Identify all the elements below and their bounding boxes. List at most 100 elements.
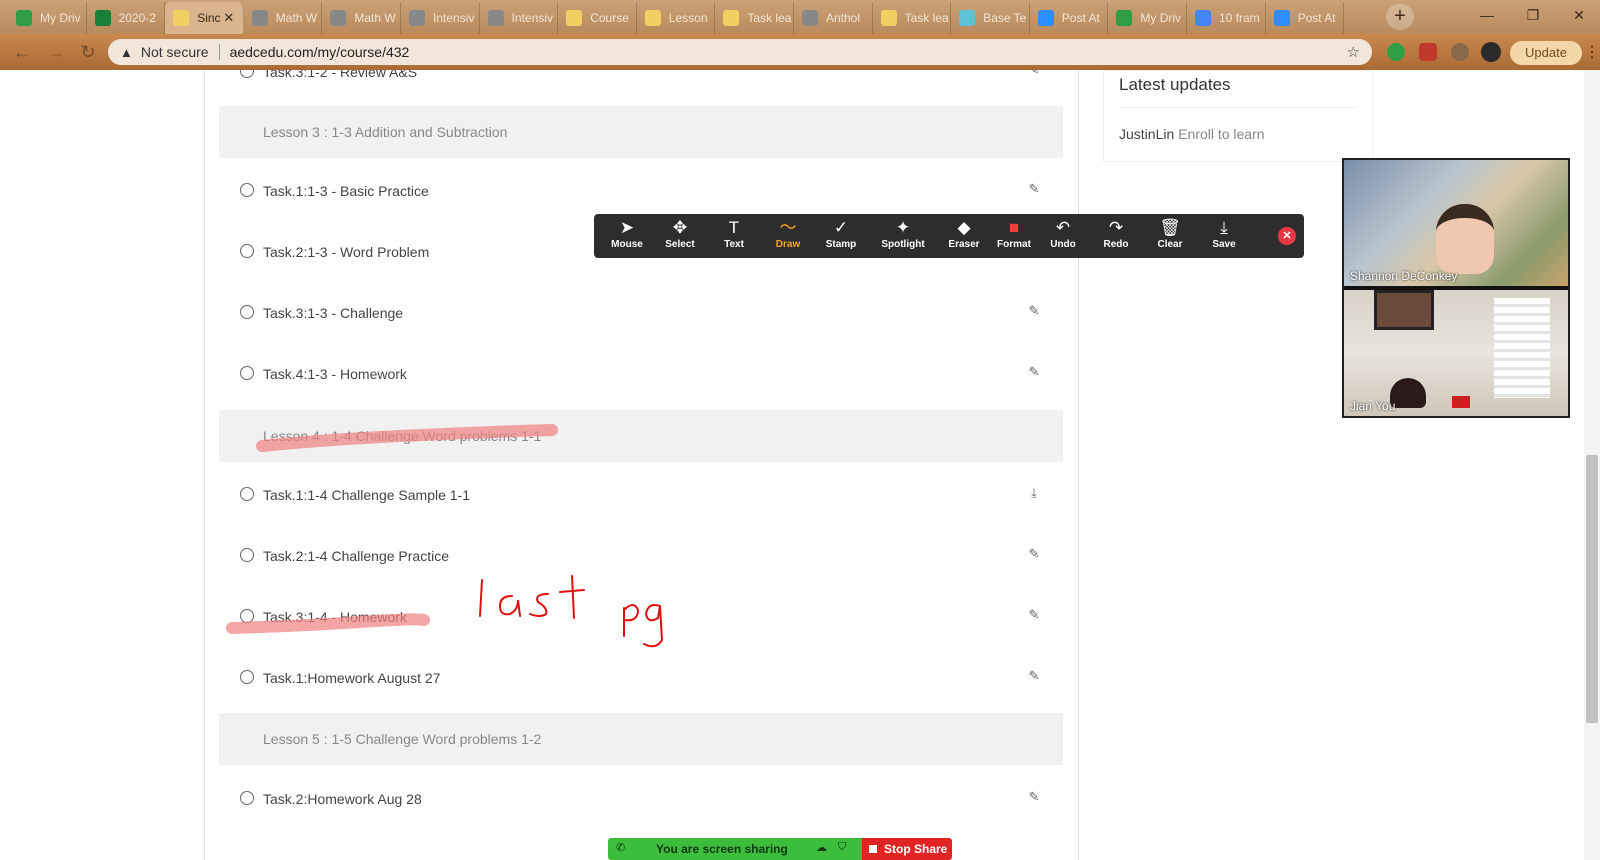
- browser-tab[interactable]: My Driv: [8, 2, 87, 34]
- annotation-tool-stamp[interactable]: ✓ Stamp: [814, 217, 868, 255]
- tab-favicon-icon: [487, 10, 504, 26]
- share-status-text: You are screen sharing: [656, 842, 788, 856]
- annotation-tool-label: Draw: [775, 239, 801, 250]
- close-window-button[interactable]: ✕: [1556, 0, 1600, 30]
- browser-tab[interactable]: Post At: [1266, 2, 1345, 34]
- extension-icon[interactable]: [1387, 43, 1405, 61]
- annotation-tool-undo[interactable]: ↶ Undo: [1036, 217, 1090, 255]
- tab-title: Base Te: [983, 11, 1027, 25]
- format-icon: ■: [1008, 218, 1020, 237]
- shield-icon: ⛉: [838, 841, 847, 853]
- stop-share-button[interactable]: Stop Share: [862, 838, 952, 860]
- tab-title: Math W: [354, 11, 396, 25]
- picture-frame: [1374, 290, 1434, 330]
- browser-tab[interactable]: Task lea: [873, 2, 952, 34]
- profile-avatar[interactable]: [1481, 42, 1501, 62]
- tab-favicon-icon: [880, 10, 897, 26]
- trash-icon: 🗑: [1159, 218, 1181, 237]
- highlight-stroke: [256, 424, 558, 452]
- browser-tab[interactable]: Math W: [244, 2, 323, 34]
- annotation-tool-select[interactable]: ✥ Select: [653, 217, 707, 255]
- annotation-tool-eraser[interactable]: ◆ Eraser: [937, 217, 991, 255]
- video-panel[interactable]: Shannon DeConkey Jian You: [1342, 158, 1570, 418]
- annotation-tool-mouse[interactable]: ➤ Mouse: [600, 217, 654, 255]
- new-tab-button[interactable]: +: [1386, 4, 1414, 30]
- tab-favicon-icon: [330, 10, 347, 26]
- restore-button[interactable]: ❐: [1510, 0, 1556, 30]
- video-tile[interactable]: Shannon DeConkey: [1344, 160, 1568, 286]
- tab-title: Lesson: [668, 11, 708, 25]
- close-tab-icon[interactable]: ✕: [221, 10, 237, 26]
- forward-icon[interactable]: →: [44, 40, 68, 64]
- tab-favicon-icon: [644, 10, 661, 26]
- annotation-tool-save[interactable]: ⤓ Save: [1197, 217, 1251, 255]
- update-button[interactable]: Update: [1510, 41, 1582, 65]
- checkmark-icon: ✓: [833, 218, 849, 237]
- annotation-tool-clear[interactable]: 🗑 Clear: [1143, 217, 1197, 255]
- browser-tab[interactable]: Lesson: [637, 2, 716, 34]
- tab-title: 10 fram: [1219, 11, 1260, 25]
- tab-title: Intensiv: [511, 11, 553, 25]
- annotation-tool-spotlight[interactable]: ✦ Spotlight: [876, 217, 930, 255]
- address-bar[interactable]: ▲ Not secure aedcedu.com/my/course/432 ☆: [108, 39, 1372, 65]
- browser-tab[interactable]: Intensiv: [401, 2, 480, 34]
- browser-tab[interactable]: Intensiv: [480, 2, 559, 34]
- minimize-button[interactable]: —: [1464, 0, 1510, 30]
- browser-toolbar: ← → ↻ ▲ Not secure aedcedu.com/my/course…: [0, 34, 1600, 70]
- mouse-pointer-icon: ➤: [619, 218, 635, 237]
- video-tile[interactable]: Jian You: [1344, 290, 1568, 416]
- browser-tab[interactable]: Task lea: [715, 2, 794, 34]
- menu-icon[interactable]: ⋮: [1584, 42, 1600, 62]
- tab-favicon-icon: [1195, 10, 1211, 26]
- reload-icon[interactable]: ↻: [76, 40, 100, 64]
- browser-tab[interactable]: 10 fram: [1187, 2, 1266, 34]
- bookmark-star-icon[interactable]: ☆: [1347, 43, 1360, 61]
- browser-tab[interactable]: My Driv: [1108, 2, 1187, 34]
- participant-name: Shannon DeConkey: [1350, 269, 1458, 283]
- participant-face: [1436, 204, 1494, 274]
- browser-tab[interactable]: Post At: [1030, 2, 1109, 34]
- move-icon: ✥: [672, 218, 688, 237]
- tab-strip: My Driv 2020-2 Sinc ✕ Math W Math W Intensiv In…: [0, 0, 1600, 34]
- close-annotation-icon[interactable]: ✕: [1278, 227, 1296, 245]
- screen: My Driv 2020-2 Sinc ✕ Math W Math W Intensiv In…: [0, 0, 1600, 860]
- browser-tab[interactable]: 2020-2: [87, 2, 166, 34]
- annotation-tool-label: Mouse: [611, 239, 643, 250]
- divider: [218, 44, 220, 60]
- cloud-icon: ☁: [816, 842, 827, 854]
- participant-head: [1390, 378, 1426, 408]
- redo-icon: ↷: [1108, 218, 1124, 237]
- puzzle-icon[interactable]: [1451, 43, 1469, 61]
- annotation-tool-label: Undo: [1050, 239, 1076, 250]
- browser-tab[interactable]: Course: [558, 2, 637, 34]
- annotation-tool-draw[interactable]: 〜 Draw: [761, 217, 815, 255]
- page-scrollbar[interactable]: [1584, 70, 1600, 860]
- stop-share-label: Stop Share: [884, 842, 948, 856]
- save-icon: ⤓: [1220, 218, 1228, 237]
- url-text: aedcedu.com/my/course/432: [229, 44, 410, 60]
- tab-favicon-icon: [1116, 10, 1133, 26]
- browser-tab[interactable]: Math W: [322, 2, 401, 34]
- text-icon: T: [728, 218, 740, 237]
- tab-favicon-icon: [566, 10, 583, 26]
- ublock-icon[interactable]: [1419, 43, 1437, 61]
- share-status-area[interactable]: ✆ You are screen sharing ☁ ⛉: [608, 838, 862, 860]
- scroll-thumb[interactable]: [1586, 455, 1598, 723]
- tab-title: Intensiv: [433, 11, 475, 25]
- window-blinds: [1494, 298, 1550, 398]
- browser-tab[interactable]: Base Te: [951, 2, 1030, 34]
- annotation-tool-redo[interactable]: ↷ Redo: [1089, 217, 1143, 255]
- annotation-tool-format[interactable]: ■ Format: [987, 217, 1041, 255]
- annotation-toolbar: ➤ Mouse ✥ Select T Text 〜 Draw ✓ Stamp ✦ Spotlight ◆…: [594, 214, 1304, 258]
- annotation-tool-label: Stamp: [825, 239, 857, 250]
- back-icon[interactable]: ←: [10, 40, 34, 64]
- annotation-tool-label: Text: [724, 239, 744, 250]
- tab-favicon-icon: [94, 10, 111, 26]
- browser-tab[interactable]: Sinc ✕: [165, 2, 244, 34]
- annotation-tool-text[interactable]: T Text: [707, 217, 761, 255]
- tab-favicon-icon: [1037, 10, 1054, 26]
- browser-tab[interactable]: Anthol: [794, 2, 873, 34]
- annotation-tool-label: Eraser: [948, 239, 980, 250]
- security-label: Not secure: [140, 44, 209, 60]
- tab-title: My Driv: [40, 11, 81, 25]
